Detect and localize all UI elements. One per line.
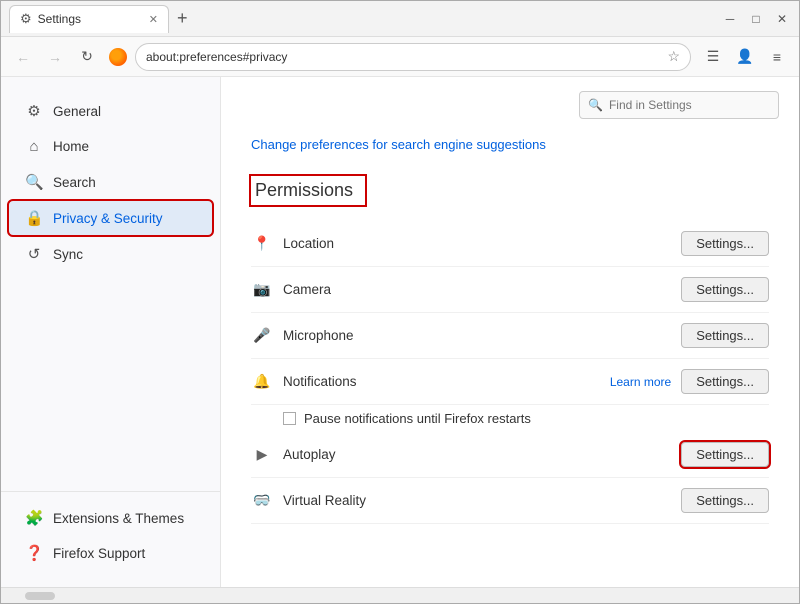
location-settings-button[interactable]: Settings... xyxy=(681,231,769,256)
search-icon: 🔍 xyxy=(25,173,43,191)
sidebar-item-extensions[interactable]: 🧩 Extensions & Themes xyxy=(9,501,212,535)
find-in-settings[interactable]: 🔍 xyxy=(579,91,779,119)
sync-icon: ↺ xyxy=(25,245,43,263)
permission-label-camera: Camera xyxy=(283,282,671,297)
horizontal-scrollbar[interactable] xyxy=(1,587,799,603)
camera-settings-button[interactable]: Settings... xyxy=(681,277,769,302)
sidebar-item-search-label: Search xyxy=(53,175,96,190)
permission-label-location: Location xyxy=(283,236,671,251)
notifications-settings-button[interactable]: Settings... xyxy=(681,369,769,394)
sidebar-item-general[interactable]: ⚙ General xyxy=(9,94,212,128)
support-icon: ❓ xyxy=(25,544,43,562)
permission-row-notifications: 🔔 Notifications Learn more Settings... xyxy=(251,359,769,405)
permission-row-location: 📍 Location Settings... xyxy=(251,221,769,267)
suggestion-link[interactable]: Change preferences for search engine sug… xyxy=(251,137,769,152)
sidebar-item-general-label: General xyxy=(53,104,101,119)
firefox-logo xyxy=(109,48,127,66)
tab-settings-icon: ⚙ xyxy=(20,11,32,27)
permission-row-virtual-reality: 🥽 Virtual Reality Settings... xyxy=(251,478,769,524)
window-controls: ─ □ ✕ xyxy=(721,10,791,28)
scrollbar-thumb[interactable] xyxy=(25,592,55,600)
autoplay-settings-button[interactable]: Settings... xyxy=(681,442,769,467)
permission-row-microphone: 🎤 Microphone Settings... xyxy=(251,313,769,359)
content-area: ⚙ General ⌂ Home 🔍 Search 🔒 Privacy & Se… xyxy=(1,77,799,587)
address-text: about:preferences#privacy xyxy=(146,50,661,64)
find-icon: 🔍 xyxy=(588,98,603,112)
permission-row-autoplay: ▶ Autoplay Settings... xyxy=(251,432,769,478)
sidebar-item-home-label: Home xyxy=(53,139,89,154)
address-bar[interactable]: about:preferences#privacy ☆ xyxy=(135,43,691,71)
active-tab[interactable]: ⚙ Settings ✕ xyxy=(9,5,169,33)
forward-button[interactable]: → xyxy=(41,43,69,71)
title-bar: ⚙ Settings ✕ + ─ □ ✕ xyxy=(1,1,799,37)
pause-notifications-row: Pause notifications until Firefox restar… xyxy=(251,405,769,432)
find-input[interactable] xyxy=(609,98,770,112)
location-icon: 📍 xyxy=(251,235,273,252)
sidebar-item-support-label: Firefox Support xyxy=(53,546,145,561)
reload-button[interactable]: ↻ xyxy=(73,43,101,71)
camera-icon: 📷 xyxy=(251,281,273,298)
permission-label-vr: Virtual Reality xyxy=(283,493,671,508)
sidebar-item-search[interactable]: 🔍 Search xyxy=(9,165,212,199)
permission-label-autoplay: Autoplay xyxy=(283,447,671,462)
minimize-button[interactable]: ─ xyxy=(721,10,739,28)
new-tab-button[interactable]: + xyxy=(177,8,188,29)
sidebar-item-extensions-label: Extensions & Themes xyxy=(53,511,184,526)
permission-row-camera: 📷 Camera Settings... xyxy=(251,267,769,313)
browser-window: ⚙ Settings ✕ + ─ □ ✕ ← → ↻ about:prefere… xyxy=(0,0,800,604)
maximize-button[interactable]: □ xyxy=(747,10,765,28)
sidebar-item-home[interactable]: ⌂ Home xyxy=(9,130,212,163)
pocket-button[interactable]: ☰ xyxy=(699,43,727,71)
close-window-button[interactable]: ✕ xyxy=(773,10,791,28)
pause-notifications-checkbox[interactable] xyxy=(283,412,296,425)
bookmark-star-icon[interactable]: ☆ xyxy=(667,48,680,65)
sidebar-bottom: 🧩 Extensions & Themes ❓ Firefox Support xyxy=(1,491,220,571)
sidebar: ⚙ General ⌂ Home 🔍 Search 🔒 Privacy & Se… xyxy=(1,77,221,587)
sidebar-item-privacy-label: Privacy & Security xyxy=(53,211,163,226)
tab-title: Settings xyxy=(38,12,81,26)
vr-icon: 🥽 xyxy=(251,492,273,509)
toolbar: ← → ↻ about:preferences#privacy ☆ ☰ 👤 ≡ xyxy=(1,37,799,77)
microphone-settings-button[interactable]: Settings... xyxy=(681,323,769,348)
menu-button[interactable]: ≡ xyxy=(763,43,791,71)
toolbar-icons: ☰ 👤 ≡ xyxy=(699,43,791,71)
tab-close-button[interactable]: ✕ xyxy=(149,13,158,26)
extensions-icon: 🧩 xyxy=(25,509,43,527)
permission-label-notifications: Notifications xyxy=(283,374,594,389)
sidebar-item-sync-label: Sync xyxy=(53,247,83,262)
sidebar-item-privacy[interactable]: 🔒 Privacy & Security xyxy=(9,201,212,235)
vr-settings-button[interactable]: Settings... xyxy=(681,488,769,513)
main-panel: 🔍 Change preferences for search engine s… xyxy=(221,77,799,587)
pause-notifications-label: Pause notifications until Firefox restar… xyxy=(304,411,531,426)
sidebar-item-support[interactable]: ❓ Firefox Support xyxy=(9,536,212,570)
general-icon: ⚙ xyxy=(25,102,43,120)
permissions-title: Permissions xyxy=(251,176,365,205)
account-button[interactable]: 👤 xyxy=(731,43,759,71)
back-button[interactable]: ← xyxy=(9,43,37,71)
notifications-icon: 🔔 xyxy=(251,373,273,390)
permission-label-microphone: Microphone xyxy=(283,328,671,343)
sidebar-item-sync[interactable]: ↺ Sync xyxy=(9,237,212,271)
privacy-icon: 🔒 xyxy=(25,209,43,227)
microphone-icon: 🎤 xyxy=(251,327,273,344)
home-icon: ⌂ xyxy=(25,138,43,155)
autoplay-icon: ▶ xyxy=(251,446,273,463)
notifications-learn-more[interactable]: Learn more xyxy=(610,375,671,389)
